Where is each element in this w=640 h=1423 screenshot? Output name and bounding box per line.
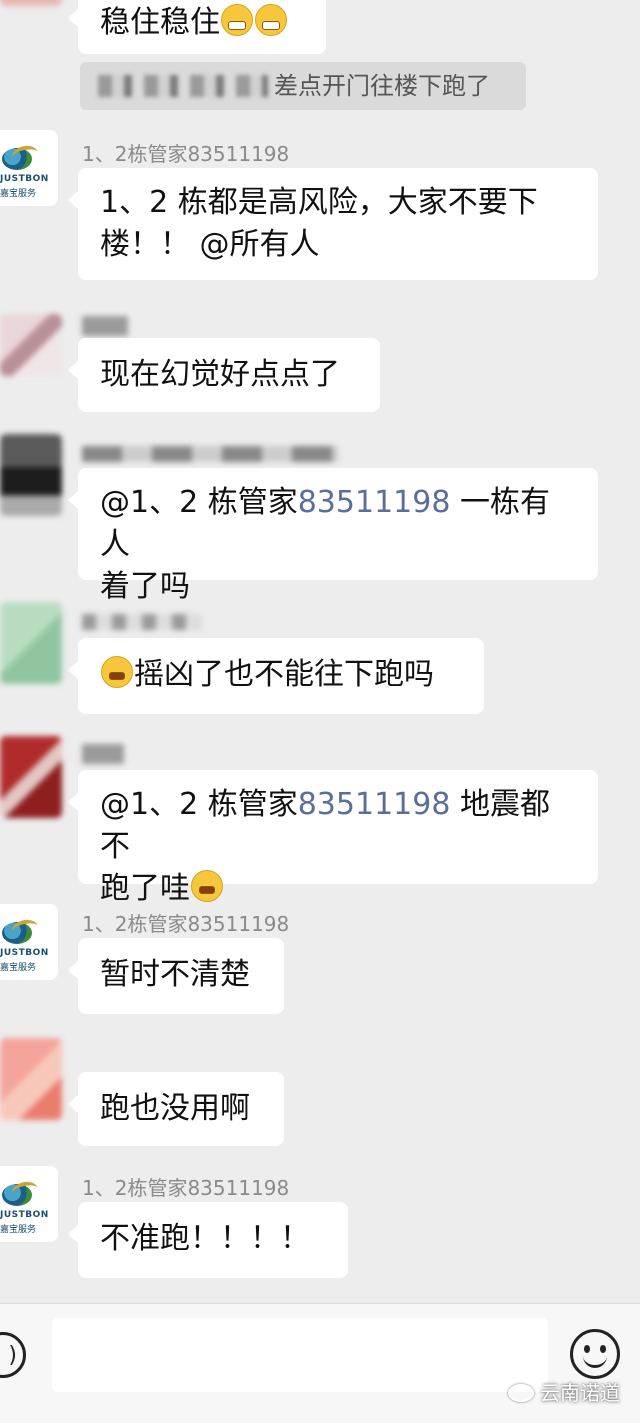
message-text: 稳住稳住 [100,5,220,40]
message-line: 跑了哇 [100,868,576,910]
mention[interactable]: @1、2 栋管家 [100,485,298,520]
wechat-channel-icon [508,1384,534,1402]
logo-swoosh-icon [10,1179,40,1203]
watermark-text: 云南诺道 [540,1381,620,1405]
voice-input-button[interactable]: ) [0,1332,26,1378]
message-text: 现在幻觉好点点了 [100,357,340,392]
message-line: 着了吗 [100,569,190,604]
avatar[interactable] [0,602,62,684]
grin-emoji-icon [255,4,287,36]
avatar[interactable] [0,1038,62,1120]
mention[interactable]: @1、2 栋管家 [100,787,298,822]
sender-name[interactable] [82,744,124,764]
emoji-picker-button[interactable] [570,1329,620,1379]
message-bubble[interactable]: 稳住稳住 [68,0,326,54]
avatar[interactable]: JUSTBON 嘉宝服务 [0,904,58,980]
logo-text: JUSTBON [0,1210,49,1220]
message-bubble[interactable]: 暂时不清楚 [68,938,284,1014]
message-bubble[interactable]: 跑也没用啊 [68,1072,284,1146]
message-bubble[interactable]: 摇凶了也不能往下跑吗 [68,638,484,714]
system-notice: 差点开门往楼下跑了 [80,62,526,110]
facepalm-emoji-icon [191,870,223,902]
sender-name[interactable]: 1、2栋管家83511198 [82,138,289,167]
message-bubble[interactable]: 现在幻觉好点点了 [68,338,380,412]
message-bubble[interactable]: 1、2 栋都是高风险，大家不要下 楼！！ @所有人 [68,168,598,280]
message-text: 跑也没用啊 [100,1091,250,1126]
logo-swoosh-icon [10,143,40,167]
avatar[interactable] [0,0,62,6]
logo-swoosh-icon [10,917,40,941]
system-notice-text: 差点开门往楼下跑了 [274,72,490,100]
sender-name[interactable] [82,446,338,462]
watermark: 云南诺道 [508,1377,620,1406]
message-bubble[interactable]: @1、2 栋管家83511198 一栋有人 着了吗 [68,468,598,604]
sender-name[interactable] [82,316,128,336]
avatar[interactable] [0,736,62,818]
sender-name[interactable] [82,614,202,630]
message-line: @1、2 栋管家83511198 地震都不 [100,784,576,868]
message-bubble[interactable]: @1、2 栋管家83511198 地震都不 跑了哇 [68,770,598,906]
avatar[interactable] [0,434,62,516]
sender-name[interactable]: 1、2栋管家83511198 [82,1172,289,1201]
phone-number-link[interactable]: 83511198 [298,485,451,520]
avatar[interactable]: JUSTBON 嘉宝服务 [0,130,58,206]
message-text: 暂时不清楚 [100,957,250,992]
logo-text: JUSTBON [0,174,49,184]
voice-icon: ) [8,1342,17,1368]
message-bubble[interactable]: 不准跑！！！！ [68,1202,348,1278]
blurred-name [98,75,268,97]
message-line: 1、2 栋都是高风险，大家不要下 [100,185,538,220]
message-line: 楼！！ @所有人 [100,227,320,262]
grin-emoji-icon [221,4,253,36]
phone-number-link[interactable]: 83511198 [298,787,451,822]
logo-subtext: 嘉宝服务 [0,963,37,973]
message-input[interactable] [52,1318,548,1392]
sender-name[interactable]: 1、2栋管家83511198 [82,908,289,937]
message-text: 不准跑！！！！ [100,1221,310,1256]
avatar[interactable] [0,314,62,376]
logo-subtext: 嘉宝服务 [0,1225,37,1235]
logo-text: JUSTBON [0,948,49,958]
logo-subtext: 嘉宝服务 [0,189,37,199]
message-text: 跑了哇 [100,871,190,906]
message-text: 摇凶了也不能往下跑吗 [134,657,434,692]
avatar[interactable]: JUSTBON 嘉宝服务 [0,1166,58,1242]
message-line: @1、2 栋管家83511198 一栋有人 [100,482,576,566]
facepalm-emoji-icon [101,656,133,688]
